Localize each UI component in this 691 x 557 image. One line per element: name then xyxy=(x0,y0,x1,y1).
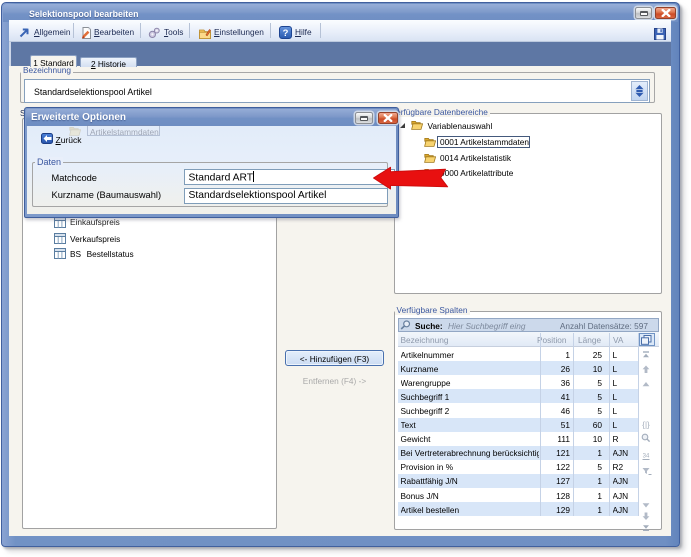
svg-text:{|}: {|} xyxy=(642,420,650,429)
svg-text:34: 34 xyxy=(643,454,650,460)
